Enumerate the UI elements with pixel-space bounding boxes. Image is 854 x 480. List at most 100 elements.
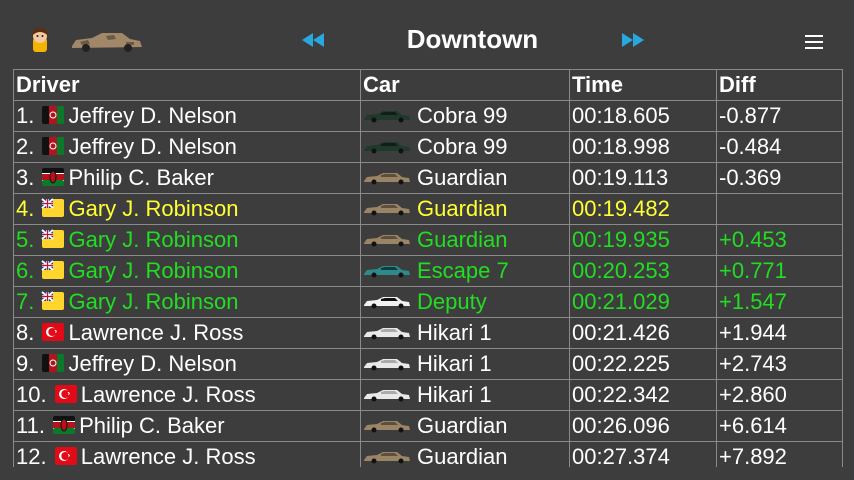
table-row[interactable]: 9. Jeffrey D. Nelson Hikari 1 00:22.225 +2.… (13, 348, 843, 380)
table-row[interactable]: 6. Gary J. Robinson Escape 7 00:20.253 +0.7… (13, 255, 843, 287)
car-name: Cobra 99 (417, 103, 508, 128)
car-name: Guardian (417, 196, 508, 221)
diff-cell: -0.484 (716, 131, 843, 163)
turkey-flag-icon (53, 445, 79, 467)
rank-label: 11. (16, 413, 45, 438)
car-cell: Guardian (360, 410, 570, 442)
table-row[interactable]: 2. Jeffrey D. Nelson Cobra 99 00:18.998 -0.… (13, 131, 843, 163)
time-cell: 00:21.029 (569, 286, 717, 318)
diff-cell: +1.944 (716, 317, 843, 349)
car-cell: Guardian (360, 441, 570, 467)
time-cell: 00:19.113 (569, 162, 717, 194)
driver-cell: 3. Philip C. Baker (13, 162, 361, 194)
driver-cell: 12. Lawrence J. Ross (13, 441, 361, 467)
car-name: Guardian (417, 165, 508, 190)
afghanistan-flag-icon (40, 104, 66, 126)
table-row[interactable]: 7. Gary J. Robinson Deputy 00:21.029 +1.547 (13, 286, 843, 318)
table-row[interactable]: 5. Gary J. Robinson Guardian 00:19.935 +0.4… (13, 224, 843, 256)
table-row[interactable]: 11. Philip C. Baker Guardian 00:26.096 +6.6… (13, 410, 843, 442)
driver-name: Gary J. Robinson (68, 289, 239, 314)
driver-name: Jeffrey D. Nelson (68, 103, 237, 128)
niue-flag-icon (40, 259, 66, 281)
car-name: Guardian (417, 227, 508, 252)
driver-cell: 7. Gary J. Robinson (13, 286, 361, 318)
rank-label: 10. (16, 382, 47, 407)
dark-green-car-icon (363, 103, 411, 123)
niue-flag-icon (40, 290, 66, 312)
table-row[interactable]: 4. Gary J. Robinson Guardian 00:19.482 (13, 193, 843, 225)
table-row[interactable]: 12. Lawrence J. Ross Guardian 00:27.374 +7.… (13, 441, 843, 467)
car-name: Hikari 1 (417, 320, 492, 345)
time-cell: 00:22.225 (569, 348, 717, 380)
white-car-icon (363, 320, 411, 340)
diff-cell: +7.892 (716, 441, 843, 467)
niue-flag-icon (40, 197, 66, 219)
white-car-icon (363, 351, 411, 371)
car-name: Hikari 1 (417, 351, 492, 376)
rank-label: 2. (16, 134, 35, 159)
table-row[interactable]: 8. Lawrence J. Ross Hikari 1 00:21.426 +1.9… (13, 317, 843, 349)
car-name: Guardian (417, 413, 508, 438)
car-cell: Hikari 1 (360, 348, 570, 380)
fast-forward-icon[interactable] (620, 28, 646, 52)
diff-cell: -0.369 (716, 162, 843, 194)
camo-car-icon (363, 413, 411, 433)
dark-green-car-icon (363, 134, 411, 154)
driver-name: Jeffrey D. Nelson (68, 351, 237, 376)
driver-name: Philip C. Baker (79, 413, 225, 438)
leaderboard-table: Driver Car Time Diff 1. Jeffrey D. Nelso… (13, 69, 843, 467)
driver-name: Philip C. Baker (68, 165, 214, 190)
diff-cell: +1.547 (716, 286, 843, 318)
column-header-diff[interactable]: Diff (716, 69, 843, 101)
car-cell: Hikari 1 (360, 317, 570, 349)
camo-car-icon (363, 227, 411, 247)
car-name: Escape 7 (417, 258, 509, 283)
driver-cell: 6. Gary J. Robinson (13, 255, 361, 287)
time-cell: 00:26.096 (569, 410, 717, 442)
rank-label: 7. (16, 289, 35, 314)
diff-cell: +0.771 (716, 255, 843, 287)
driver-name: Gary J. Robinson (68, 196, 239, 221)
car-name: Deputy (417, 289, 487, 314)
driver-name: Gary J. Robinson (68, 258, 239, 283)
diff-cell: +2.860 (716, 379, 843, 411)
column-header-time[interactable]: Time (569, 69, 717, 101)
table-row[interactable]: 3. Philip C. Baker Guardian 00:19.113 -0.36… (13, 162, 843, 194)
time-cell: 00:22.342 (569, 379, 717, 411)
driver-cell: 5. Gary J. Robinson (13, 224, 361, 256)
rank-label: 1. (16, 103, 35, 128)
driver-cell: 10. Lawrence J. Ross (13, 379, 361, 411)
diff-cell (716, 193, 843, 225)
column-header-car[interactable]: Car (360, 69, 570, 101)
car-cell: Guardian (360, 224, 570, 256)
diff-cell: -0.877 (716, 100, 843, 132)
afghanistan-flag-icon (40, 135, 66, 157)
driver-cell: 4. Gary J. Robinson (13, 193, 361, 225)
teal-car-icon (363, 258, 411, 278)
rank-label: 9. (16, 351, 35, 376)
car-cell: Hikari 1 (360, 379, 570, 411)
driver-cell: 9. Jeffrey D. Nelson (13, 348, 361, 380)
rewind-icon[interactable] (300, 28, 326, 52)
table-header-row: Driver Car Time Diff (13, 69, 843, 101)
car-name: Hikari 1 (417, 382, 492, 407)
car-cell: Deputy (360, 286, 570, 318)
kenya-flag-icon (40, 166, 66, 188)
camo-car-icon[interactable] (70, 30, 144, 54)
time-cell: 00:18.998 (569, 131, 717, 163)
hamburger-menu-icon[interactable] (803, 31, 825, 51)
driver-cell: 1. Jeffrey D. Nelson (13, 100, 361, 132)
car-name: Guardian (417, 444, 508, 467)
rank-label: 8. (16, 320, 35, 345)
column-header-driver[interactable]: Driver (13, 69, 361, 101)
track-title: Downtown (406, 24, 539, 54)
driver-avatar-icon[interactable] (26, 26, 54, 54)
car-cell: Escape 7 (360, 255, 570, 287)
driver-name: Jeffrey D. Nelson (68, 134, 237, 159)
table-row[interactable]: 1. Jeffrey D. Nelson Cobra 99 00:18.605 -0.… (13, 100, 843, 132)
turkey-flag-icon (40, 321, 66, 343)
table-row[interactable]: 10. Lawrence J. Ross Hikari 1 00:22.342 +2.… (13, 379, 843, 411)
time-cell: 00:27.374 (569, 441, 717, 467)
camo-car-icon (363, 165, 411, 185)
time-cell: 00:18.605 (569, 100, 717, 132)
